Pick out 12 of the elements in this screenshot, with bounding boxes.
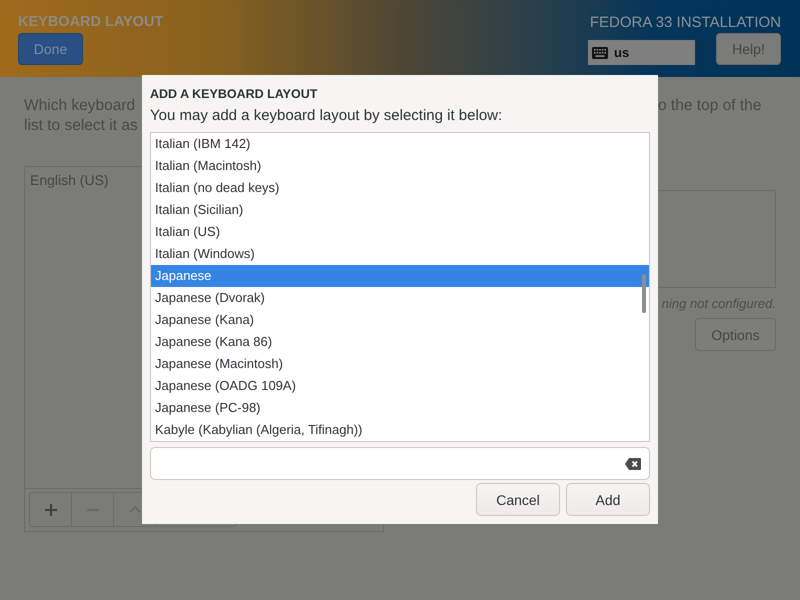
screen-title: KEYBOARD LAYOUT — [18, 14, 164, 31]
keyboard-icon — [592, 46, 608, 58]
dialog-button[interactable]: Add — [566, 483, 650, 516]
search-field[interactable] — [150, 447, 650, 480]
dialog-button[interactable]: Cancel — [476, 483, 560, 516]
dialog-subtitle: You may add a keyboard layout by selecting it below: — [150, 106, 504, 126]
layout-option[interactable]: Japanese — [151, 265, 649, 287]
clear-icon[interactable] — [625, 458, 641, 470]
product-title: FEDORA 33 INSTALLATION — [590, 14, 781, 31]
scrollbar-thumb[interactable] — [642, 274, 646, 313]
layout-code: us — [614, 44, 630, 60]
dialog-title: ADD A KEYBOARD LAYOUT — [150, 86, 318, 103]
